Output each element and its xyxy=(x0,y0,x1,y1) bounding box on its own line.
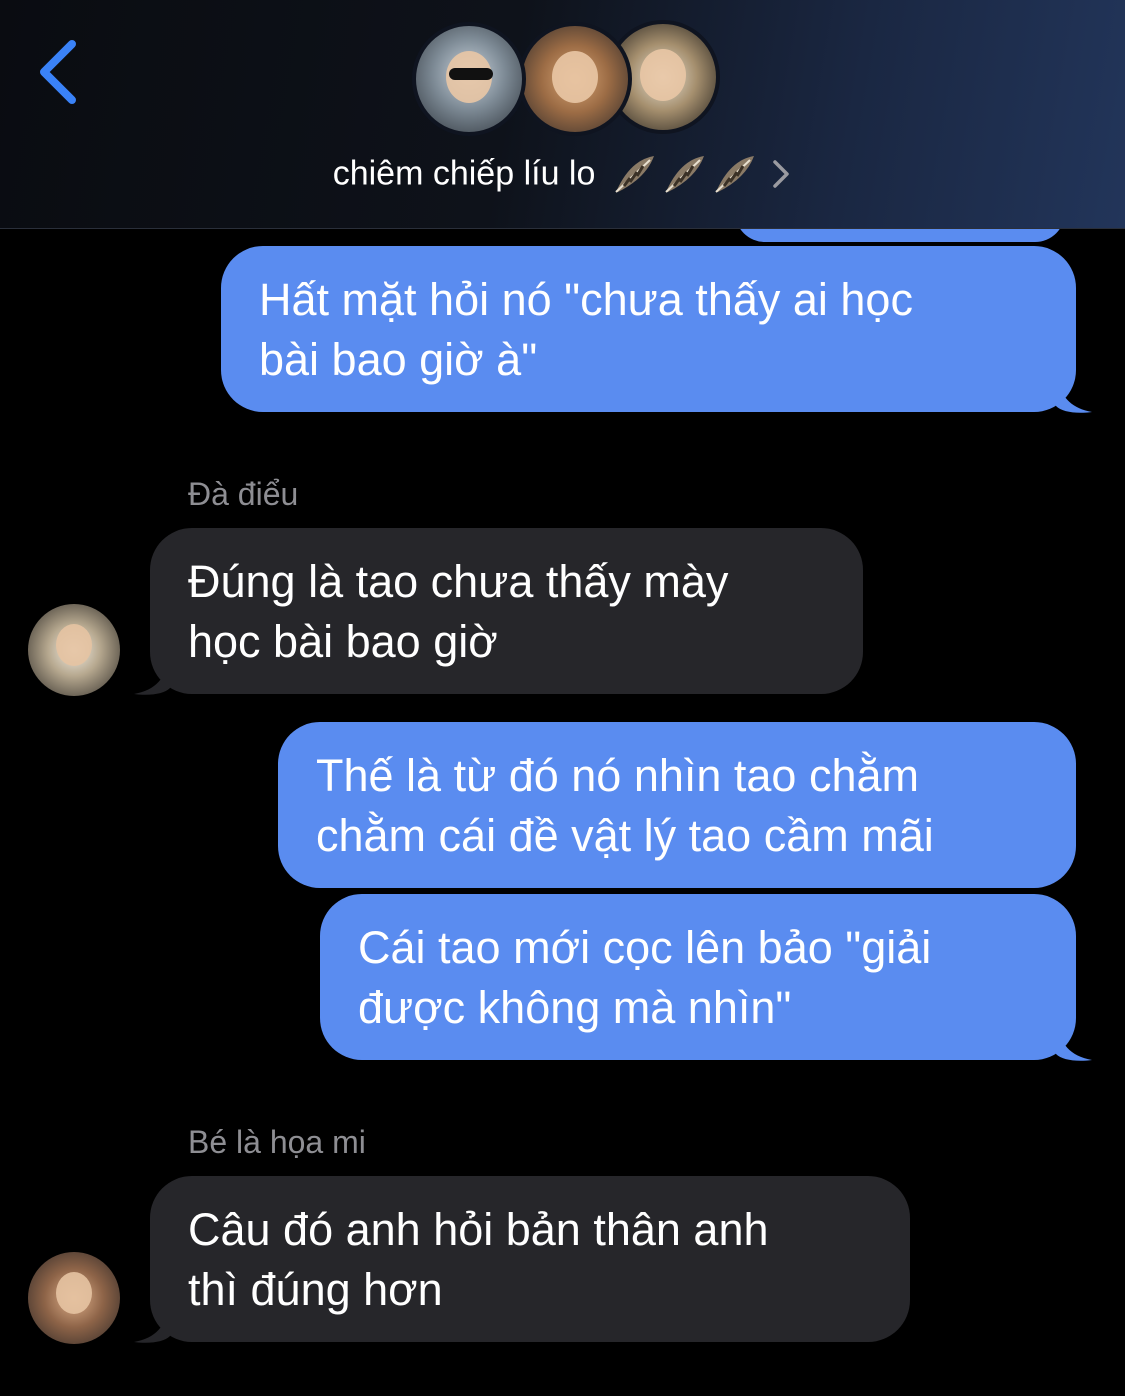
member-avatar xyxy=(412,22,526,136)
bubble-tail xyxy=(1056,374,1092,413)
bubble-tail xyxy=(134,656,170,695)
group-title: chiêm chiếp líu lo xyxy=(332,154,596,193)
incoming-message-bubble[interactable]: Đúng là tao chưa thấy mày học bài bao gi… xyxy=(150,528,863,694)
feather-icon xyxy=(615,156,754,193)
outgoing-message-bubble[interactable]: Cái tao mới cọc lên bảo "giải được không… xyxy=(320,894,1076,1060)
sender-name: Đà điểu xyxy=(188,476,299,512)
sender-avatar[interactable] xyxy=(28,1252,120,1344)
bubble-tail xyxy=(134,1304,170,1343)
back-button[interactable] xyxy=(30,36,90,108)
sender-name: Bé là họa mi xyxy=(188,1124,366,1160)
chevron-right-icon xyxy=(773,160,790,188)
member-avatar xyxy=(518,22,632,136)
group-avatars[interactable] xyxy=(410,18,720,148)
outgoing-message-bubble[interactable]: Hất mặt hỏi nó "chưa thấy ai học bài bao… xyxy=(221,246,1076,412)
sender-avatar[interactable] xyxy=(28,604,120,696)
outgoing-message-bubble[interactable]: Thế là từ đó nó nhìn tao chằm chằm cái đ… xyxy=(278,722,1076,888)
incoming-message-bubble[interactable]: Câu đó anh hỏi bản thân anh thì đúng hơn xyxy=(150,1176,910,1342)
bubble-tail xyxy=(1056,1022,1092,1061)
chevron-left-icon xyxy=(40,40,76,104)
conversation-header: chiêm chiếp líu lo xyxy=(0,0,1125,229)
group-title-row[interactable]: chiêm chiếp líu lo xyxy=(0,152,1125,202)
